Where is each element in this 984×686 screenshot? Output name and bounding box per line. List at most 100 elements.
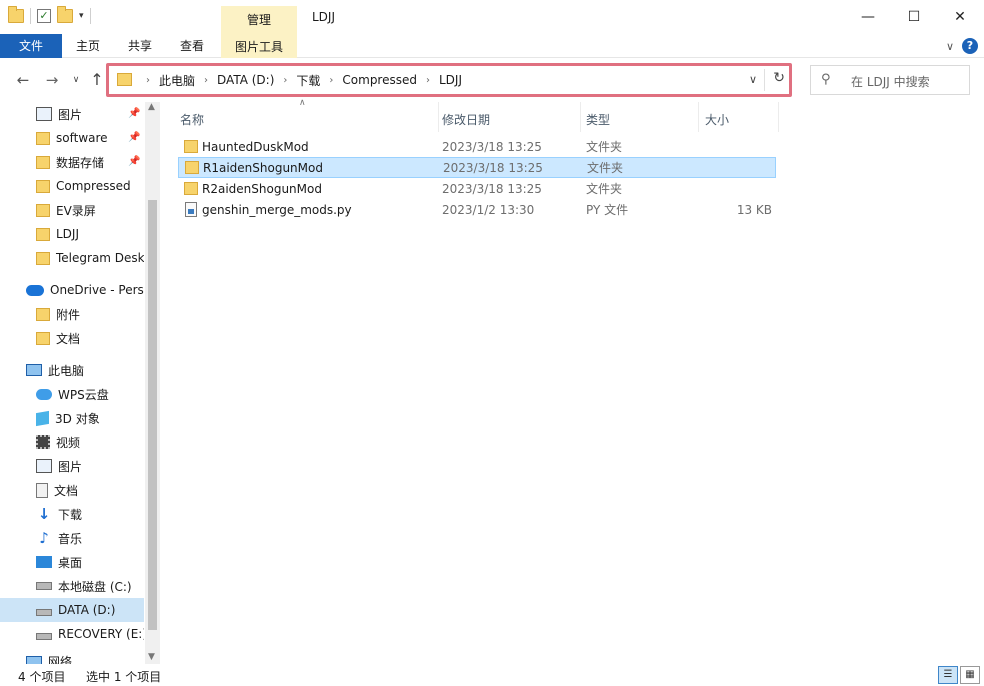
sidebar-item-label: 下载 <box>58 507 83 522</box>
file-row[interactable]: HauntedDuskMod 2023/3/18 13:25 文件夹 <box>178 136 776 157</box>
music-icon: ♪ <box>39 529 49 547</box>
sidebar-item-label: 图片 <box>58 459 83 474</box>
file-date: 2023/3/18 13:25 <box>443 160 543 175</box>
minimize-button[interactable]: — <box>845 0 891 34</box>
folder-icon <box>36 227 50 241</box>
sidebar-item-videos[interactable]: 视频 <box>36 430 160 454</box>
selection-count: 选中 1 个项目 <box>86 670 162 684</box>
breadcrumb-separator[interactable]: › <box>283 75 287 86</box>
sidebar-item-label: 音乐 <box>58 531 83 546</box>
sidebar-item-recovery-e[interactable]: RECOVERY (E:) <box>36 622 144 646</box>
column-header-date[interactable]: 修改日期 <box>442 108 582 132</box>
column-header-size[interactable]: 大小 <box>705 108 775 132</box>
manage-tab[interactable]: 管理 <box>221 6 297 34</box>
refresh-button[interactable]: ↻ <box>773 70 785 86</box>
file-type: 文件夹 <box>587 161 624 175</box>
breadcrumb-this-pc[interactable]: 此电脑 <box>159 72 195 89</box>
sidebar-item-label: WPS云盘 <box>58 387 109 402</box>
forward-button[interactable]: → <box>42 70 62 90</box>
expand-ribbon-icon[interactable]: ∨ <box>946 40 954 53</box>
breadcrumb-data-drive[interactable]: DATA (D:) <box>217 73 274 87</box>
folder-icon <box>36 203 50 217</box>
tab-home[interactable]: 主页 <box>62 34 114 58</box>
up-button[interactable]: ↑ <box>87 70 107 90</box>
documents-icon <box>36 482 48 498</box>
sidebar-item-network[interactable]: 网络 <box>26 653 160 664</box>
divider <box>580 102 581 132</box>
sidebar-item-pictures[interactable]: 图片 <box>36 454 160 478</box>
sidebar-item-label: 桌面 <box>58 555 83 570</box>
sidebar-item-telegram-desktop[interactable]: Telegram Desk <box>36 246 144 270</box>
tab-view[interactable]: 查看 <box>166 34 218 58</box>
sidebar-item-data-d[interactable]: DATA (D:) <box>0 598 144 622</box>
sidebar-item-attachments[interactable]: 附件 <box>36 302 160 326</box>
back-button[interactable]: ← <box>13 70 33 90</box>
sidebar-item-ldjj[interactable]: LDJJ <box>36 222 160 246</box>
sidebar-item-label: 文档 <box>54 483 79 498</box>
file-row-selected[interactable]: R1aidenShogunMod 2023/3/18 13:25 文件夹 <box>178 157 776 178</box>
file-date: 2023/3/18 13:25 <box>442 181 542 196</box>
downloads-icon: ↓ <box>37 505 51 523</box>
sidebar-item-software[interactable]: software <box>36 126 160 150</box>
breadcrumb-compressed[interactable]: Compressed <box>342 73 417 87</box>
sidebar-item-label: 3D 对象 <box>55 411 100 426</box>
sidebar-item-onedrive-documents[interactable]: 文档 <box>36 326 160 350</box>
tab-picture-tools[interactable]: 图片工具 <box>221 34 297 58</box>
scroll-up-icon[interactable]: ▲ <box>148 102 155 112</box>
view-switcher: ☰ ▦ <box>938 666 980 684</box>
divider <box>764 69 765 91</box>
sidebar-item-label: RECOVERY (E:) <box>58 627 144 641</box>
sidebar-item-compressed[interactable]: Compressed <box>36 174 160 198</box>
tab-file[interactable]: 文件 <box>0 34 62 58</box>
breadcrumb-ldjj[interactable]: LDJJ <box>439 73 462 87</box>
sidebar-item-onedrive[interactable]: OneDrive - Perso <box>26 278 144 302</box>
sidebar-item-pictures-pinned[interactable]: 图片 <box>36 102 160 126</box>
breadcrumb-separator[interactable]: › <box>204 75 208 86</box>
recent-locations-button[interactable]: ∨ <box>66 70 86 90</box>
sidebar-item-3d-objects[interactable]: 3D 对象 <box>36 406 160 430</box>
search-icon: ⚲ <box>821 72 831 87</box>
sidebar-item-local-disk-c[interactable]: 本地磁盘 (C:) <box>36 574 144 598</box>
sidebar-item-this-pc[interactable]: 此电脑 <box>26 358 160 382</box>
pictures-icon <box>36 459 52 473</box>
breadcrumb-downloads[interactable]: 下载 <box>296 72 320 89</box>
sidebar-item-desktop[interactable]: 桌面 <box>36 550 160 574</box>
sidebar-item-documents[interactable]: 文档 <box>36 478 160 502</box>
scrollbar-thumb[interactable] <box>148 200 157 630</box>
folder-icon <box>36 331 50 345</box>
sidebar-item-ev-recorder[interactable]: EV录屏 <box>36 198 160 222</box>
sidebar-item-downloads[interactable]: ↓ 下载 <box>36 502 160 526</box>
address-bar[interactable]: › 此电脑 › DATA (D:) › 下载 › Compressed › LD… <box>106 63 792 97</box>
maximize-button[interactable]: ☐ <box>891 0 937 34</box>
properties-icon[interactable]: ✓ <box>37 9 51 23</box>
column-header-type[interactable]: 类型 <box>586 108 696 132</box>
close-button[interactable]: ✕ <box>937 0 983 34</box>
3d-objects-icon <box>36 410 49 426</box>
details-view-icon[interactable]: ☰ <box>938 666 958 684</box>
address-history-dropdown-icon[interactable]: ∨ <box>749 73 757 86</box>
local-disk-icon <box>36 582 52 590</box>
column-header-name[interactable]: 名称 <box>180 108 435 132</box>
breadcrumb-separator[interactable]: › <box>146 75 150 86</box>
new-folder-icon[interactable] <box>57 6 73 23</box>
file-row[interactable]: R2aidenShogunMod 2023/3/18 13:25 文件夹 <box>178 178 776 199</box>
sidebar-scrollbar[interactable]: ▲ ▼ <box>145 102 160 664</box>
scroll-down-icon[interactable]: ▼ <box>148 652 155 662</box>
breadcrumb-separator[interactable]: › <box>329 75 333 86</box>
breadcrumb-separator[interactable]: › <box>426 75 430 86</box>
large-icons-view-icon[interactable]: ▦ <box>960 666 980 684</box>
search-placeholder: 在 LDJJ 中搜索 <box>851 75 930 89</box>
tab-share[interactable]: 共享 <box>114 34 166 58</box>
customize-toolbar-icon[interactable]: ▾ <box>79 11 84 21</box>
sidebar-item-music[interactable]: ♪ 音乐 <box>36 526 160 550</box>
file-name: HauntedDuskMod <box>202 139 309 154</box>
sidebar-item-label: 数据存储 <box>56 155 105 170</box>
help-icon[interactable]: ? <box>962 38 978 54</box>
sidebar-item-wps-cloud[interactable]: WPS云盘 <box>36 382 160 406</box>
search-input[interactable]: ⚲ 在 LDJJ 中搜索 <box>810 65 970 95</box>
window-title: LDJJ <box>312 10 336 24</box>
sidebar-item-label: 网络 <box>48 654 73 665</box>
sidebar-item-data-storage[interactable]: 数据存储 <box>36 150 160 174</box>
file-row[interactable]: genshin_merge_mods.py 2023/1/2 13:30 PY … <box>178 199 776 220</box>
breadcrumb: › 此电脑 › DATA (D:) › 下载 › Compressed › LD… <box>137 66 462 94</box>
